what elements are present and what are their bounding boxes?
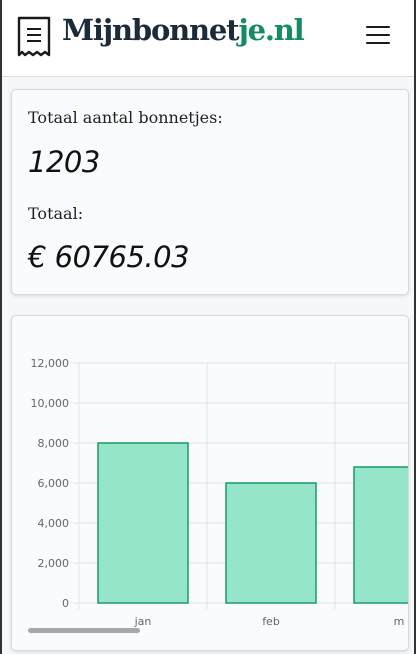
hamburger-menu-icon[interactable] xyxy=(366,24,394,46)
page: Mijnbonnetje.nl Totaal aantal bonnetjes:… xyxy=(0,0,416,654)
brand-name-green: je.nl xyxy=(238,13,304,47)
receipt-icon[interactable] xyxy=(16,16,52,58)
navbar: Mijnbonnetje.nl xyxy=(2,0,414,77)
x-tick-label: feb xyxy=(262,615,280,628)
bar xyxy=(225,482,317,604)
bar xyxy=(353,466,408,604)
receipt-count-label: Totaal aantal bonnetjes: xyxy=(28,108,223,127)
total-label: Totaal: xyxy=(28,204,84,223)
y-tick-label: 2,000 xyxy=(38,557,70,570)
chart-scrollbar[interactable] xyxy=(28,628,140,633)
y-tick-label: 8,000 xyxy=(38,437,70,450)
y-tick-label: 6,000 xyxy=(38,477,70,490)
stats-card: Totaal aantal bonnetjes: 1203 Totaal: € … xyxy=(11,89,409,295)
receipt-count-value: 1203 xyxy=(28,145,100,179)
bar-chart: 0 2,000 4,000 6,000 8,000 10,000 12,000 jan feb m xyxy=(31,357,408,628)
y-tick-label: 4,000 xyxy=(38,517,70,530)
y-tick-label: 0 xyxy=(62,597,69,610)
bar xyxy=(97,442,189,604)
x-tick-label: m xyxy=(394,615,405,628)
brand-name-dark: Mijnbonnet xyxy=(62,13,240,47)
y-tick-label: 10,000 xyxy=(31,397,70,410)
brand-logo[interactable]: Mijnbonnetje.nl xyxy=(62,13,305,47)
total-value: € 60765.03 xyxy=(28,240,190,274)
y-tick-label: 12,000 xyxy=(31,357,70,370)
x-tick-label: jan xyxy=(134,615,152,628)
chart-card: 0 2,000 4,000 6,000 8,000 10,000 12,000 jan feb m xyxy=(11,315,409,651)
